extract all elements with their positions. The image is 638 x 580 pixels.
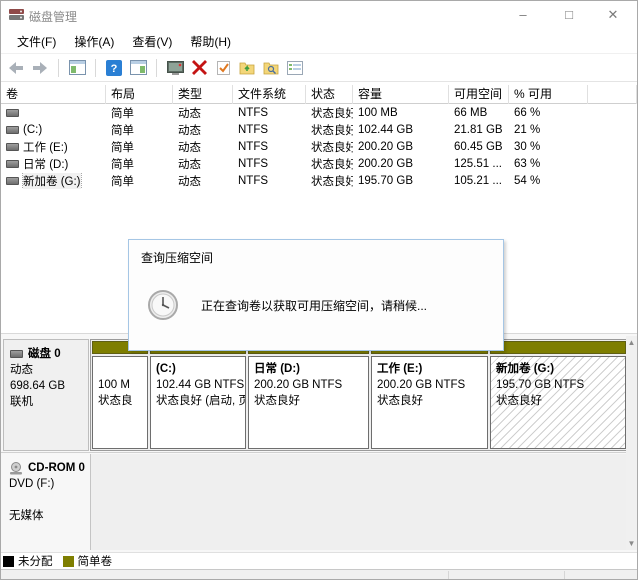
col-status[interactable]: 状态: [306, 85, 353, 104]
volume-icon: [6, 177, 19, 185]
menu-view[interactable]: 查看(V): [124, 30, 180, 53]
col-pct-free[interactable]: % 可用: [509, 85, 588, 104]
simple-volume-color-swatch: [63, 556, 74, 567]
volume-icon: [6, 109, 19, 117]
partition-c[interactable]: (C:) 102.44 GB NTFS 状态良好 (启动, 页面文: [150, 341, 246, 449]
forward-icon[interactable]: [31, 59, 49, 77]
cdrom-info-panel[interactable]: CD-ROM 0 DVD (F:) 无媒体: [3, 454, 89, 550]
partition-d[interactable]: 日常 (D:) 200.20 GB NTFS 状态良好: [248, 341, 369, 449]
scroll-up-icon[interactable]: ▲: [626, 336, 637, 349]
menu-file[interactable]: 文件(F): [9, 30, 64, 53]
scroll-down-icon[interactable]: ▼: [626, 537, 637, 550]
unallocated-color-swatch: [3, 556, 14, 567]
volume-list-header: 卷 布局 类型 文件系统 状态 容量 可用空间 % 可用: [1, 85, 637, 104]
open-icon[interactable]: [238, 59, 256, 77]
query-shrink-space-dialog[interactable]: 查询压缩空间 正在查询卷以获取可用压缩空间，请稍候...: [128, 239, 504, 351]
cdrom-media-status: 无媒体: [9, 508, 85, 524]
table-row[interactable]: 工作 (E:) 简单 动态 NTFS 状态良好 200.20 GB 60.45 …: [1, 138, 637, 155]
cdrom-drive: DVD (F:): [9, 476, 85, 492]
dialog-title: 查询压缩空间: [129, 240, 503, 275]
menu-help[interactable]: 帮助(H): [182, 30, 239, 53]
disk0-type: 动态: [10, 362, 84, 378]
simple-volume-color-bar: [490, 341, 626, 354]
table-row[interactable]: 简单 动态 NTFS 状态良好 (... 100 MB 66 MB 66 %: [1, 104, 637, 121]
clock-icon: [147, 289, 179, 321]
title-bar: 磁盘管理 – □ ✕: [1, 1, 637, 29]
vertical-scrollbar[interactable]: ▲ ▼: [626, 336, 637, 550]
graphical-view-pane: 磁盘 0 动态 698.64 GB 联机 100 M 状态良 (C:) 102.…: [1, 333, 637, 552]
col-capacity[interactable]: 容量: [353, 85, 449, 104]
col-blank: [588, 85, 637, 104]
col-type[interactable]: 类型: [173, 85, 233, 104]
dialog-message: 正在查询卷以获取可用压缩空间，请稍候...: [201, 297, 427, 314]
cdrom-icon: [9, 462, 23, 475]
disk-icon: [10, 350, 23, 358]
disk0-partition-strip: 100 M 状态良 (C:) 102.44 GB NTFS 状态良好 (启动, …: [90, 339, 628, 451]
volume-icon: [6, 143, 19, 151]
table-row[interactable]: (C:) 简单 动态 NTFS 状态良好 (... 102.44 GB 21.8…: [1, 121, 637, 138]
close-button[interactable]: ✕: [591, 1, 635, 29]
console-tree-icon[interactable]: [68, 59, 86, 77]
volume-icon: [6, 126, 19, 134]
back-icon[interactable]: [7, 59, 25, 77]
explore-icon[interactable]: [262, 59, 280, 77]
disk-management-window: 磁盘管理 – □ ✕ 文件(F) 操作(A) 查看(V) 帮助(H) ?: [0, 0, 638, 580]
disk0-info-panel[interactable]: 磁盘 0 动态 698.64 GB 联机: [3, 339, 89, 451]
minimize-button[interactable]: –: [501, 1, 545, 29]
window-title: 磁盘管理: [29, 8, 77, 25]
legend-unallocated-label: 未分配: [18, 553, 53, 569]
app-icon: [9, 8, 24, 21]
table-row[interactable]: 日常 (D:) 简单 动态 NTFS 状态良好 200.20 GB 125.51…: [1, 155, 637, 172]
partition-g-selected[interactable]: 新加卷 (G:) 195.70 GB NTFS 状态良好: [490, 341, 626, 449]
toolbar-separator: [58, 59, 59, 77]
table-row-selected[interactable]: 新加卷 (G:) 简单 动态 NTFS 状态良好 195.70 GB 105.2…: [1, 172, 637, 189]
action-pane-icon[interactable]: [129, 59, 147, 77]
disk0-status: 联机: [10, 394, 84, 410]
col-volume[interactable]: 卷: [1, 85, 106, 104]
properties-list-icon[interactable]: [286, 59, 304, 77]
menu-action[interactable]: 操作(A): [66, 30, 122, 53]
svg-text:?: ?: [111, 63, 118, 75]
cdrom-empty-area: [90, 454, 628, 550]
volume-list: 卷 布局 类型 文件系统 状态 容量 可用空间 % 可用 简单 动态 NTFS …: [1, 85, 637, 189]
disk0-size: 698.64 GB: [10, 378, 84, 394]
col-free-space[interactable]: 可用空间: [449, 85, 509, 104]
toolbar-separator: [95, 59, 96, 77]
volume-icon: [6, 160, 19, 168]
statusbar-divider: [564, 571, 565, 580]
delete-volume-icon[interactable]: [190, 59, 208, 77]
statusbar-divider: [448, 571, 449, 580]
toolbar-separator: [156, 59, 157, 77]
maximize-button[interactable]: □: [547, 1, 591, 29]
legend-simple-volume-label: 简单卷: [78, 553, 113, 569]
toolbar: ?: [1, 54, 637, 82]
legend-bar: 未分配 简单卷: [1, 552, 637, 569]
partition-e[interactable]: 工作 (E:) 200.20 GB NTFS 状态良好: [371, 341, 488, 449]
partition-system[interactable]: 100 M 状态良: [92, 341, 148, 449]
status-bar: [1, 569, 637, 580]
col-layout[interactable]: 布局: [106, 85, 173, 104]
menu-bar: 文件(F) 操作(A) 查看(V) 帮助(H): [1, 29, 637, 54]
help-icon[interactable]: ?: [105, 59, 123, 77]
set-partition-active-icon[interactable]: [214, 59, 232, 77]
console-window-icon[interactable]: [166, 59, 184, 77]
col-filesystem[interactable]: 文件系统: [233, 85, 306, 104]
row-divider: [1, 452, 628, 453]
